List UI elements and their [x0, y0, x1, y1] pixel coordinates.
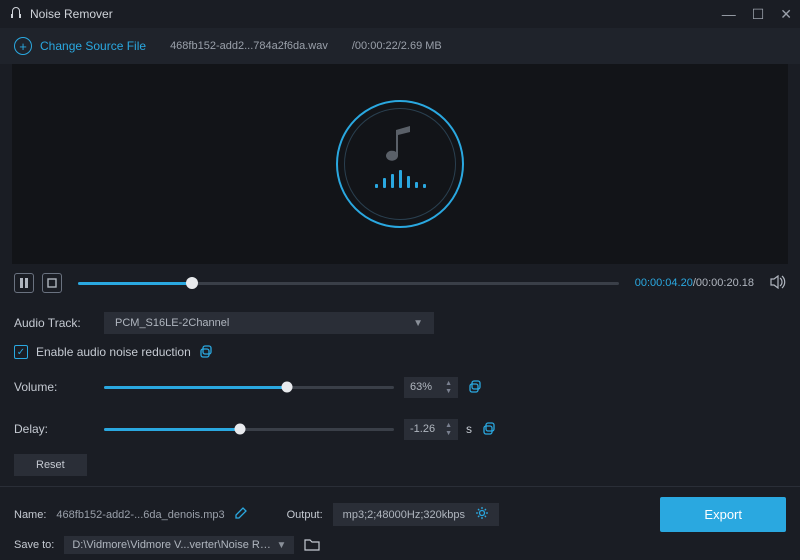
close-icon[interactable]: ✕ — [780, 7, 792, 21]
maximize-icon[interactable]: ☐ — [752, 7, 765, 21]
source-meta: /00:00:22/2.69 MB — [352, 40, 442, 52]
audio-visualizer — [336, 100, 464, 228]
change-source-button[interactable]: + Change Source File — [14, 37, 146, 55]
name-value: 468fb152-add2-...6da_denois.mp3 — [56, 509, 224, 521]
playback-controls: 00:00:04.20/00:00:20.18 — [0, 264, 800, 302]
pause-button[interactable] — [14, 273, 34, 293]
output-label: Output: — [287, 509, 323, 521]
source-filename: 468fb152-add2...784a2f6da.wav — [170, 40, 328, 52]
name-label: Name: — [14, 509, 46, 521]
delay-label: Delay: — [14, 422, 94, 436]
app-title: Noise Remover — [30, 7, 113, 21]
volume-value-field[interactable]: 63% ▲▼ — [404, 377, 458, 398]
audio-track-label: Audio Track: — [14, 316, 94, 330]
plus-circle-icon: + — [14, 37, 32, 55]
delay-handle[interactable] — [235, 424, 246, 435]
volume-label: Volume: — [14, 380, 94, 394]
export-button[interactable]: Export — [660, 497, 786, 532]
noise-reduction-checkbox[interactable]: ✓ — [14, 345, 28, 359]
output-settings-icon[interactable] — [475, 506, 489, 523]
playback-time: 00:00:04.20/00:00:20.18 — [635, 277, 754, 289]
playback-progress[interactable] — [78, 272, 619, 294]
equalizer-icon — [375, 170, 426, 188]
output-value: mp3;2;48000Hz;320kbps — [343, 509, 465, 521]
preview-area — [12, 64, 788, 264]
delay-reset-icon[interactable] — [482, 421, 498, 437]
saveto-field[interactable]: D:\Vidmore\Vidmore V...verter\Noise Remo… — [64, 536, 294, 554]
volume-reset-icon[interactable] — [468, 379, 484, 395]
reset-button[interactable]: Reset — [14, 454, 87, 476]
delay-unit: s — [466, 422, 472, 436]
volume-fill — [104, 386, 287, 389]
minimize-icon[interactable]: — — [722, 7, 736, 21]
delay-stepper[interactable]: ▲▼ — [445, 422, 452, 437]
volume-handle[interactable] — [281, 382, 292, 393]
music-note-icon — [384, 126, 416, 166]
change-source-label: Change Source File — [40, 39, 146, 53]
delay-slider[interactable] — [104, 419, 394, 439]
progress-handle[interactable] — [186, 277, 198, 289]
audio-track-value: PCM_S16LE-2Channel — [115, 317, 229, 329]
chevron-down-icon: ▼ — [276, 540, 286, 551]
progress-fill — [78, 282, 192, 285]
noise-reduction-label: Enable audio noise reduction — [36, 345, 191, 359]
total-time: /00:00:20.18 — [693, 277, 754, 289]
delay-value-field[interactable]: -1.26 ▲▼ — [404, 419, 458, 440]
noise-reduction-icon[interactable] — [199, 344, 215, 360]
delay-value: -1.26 — [410, 423, 435, 435]
chevron-down-icon: ▼ — [413, 318, 423, 329]
audio-track-select[interactable]: PCM_S16LE-2Channel ▼ — [104, 312, 434, 334]
current-time: 00:00:04.20 — [635, 277, 693, 289]
saveto-value: D:\Vidmore\Vidmore V...verter\Noise Remo… — [72, 539, 272, 551]
toolbar: + Change Source File 468fb152-add2...784… — [0, 28, 800, 64]
volume-slider[interactable] — [104, 377, 394, 397]
stop-button[interactable] — [42, 273, 62, 293]
open-folder-icon[interactable] — [304, 537, 320, 554]
volume-value: 63% — [410, 381, 432, 393]
volume-icon[interactable] — [770, 275, 786, 292]
delay-fill — [104, 428, 240, 431]
titlebar: Noise Remover — ☐ ✕ — [0, 0, 800, 28]
saveto-label: Save to: — [14, 539, 54, 551]
output-format-field: mp3;2;48000Hz;320kbps — [333, 503, 499, 526]
volume-stepper[interactable]: ▲▼ — [445, 380, 452, 395]
app-icon — [8, 6, 24, 22]
